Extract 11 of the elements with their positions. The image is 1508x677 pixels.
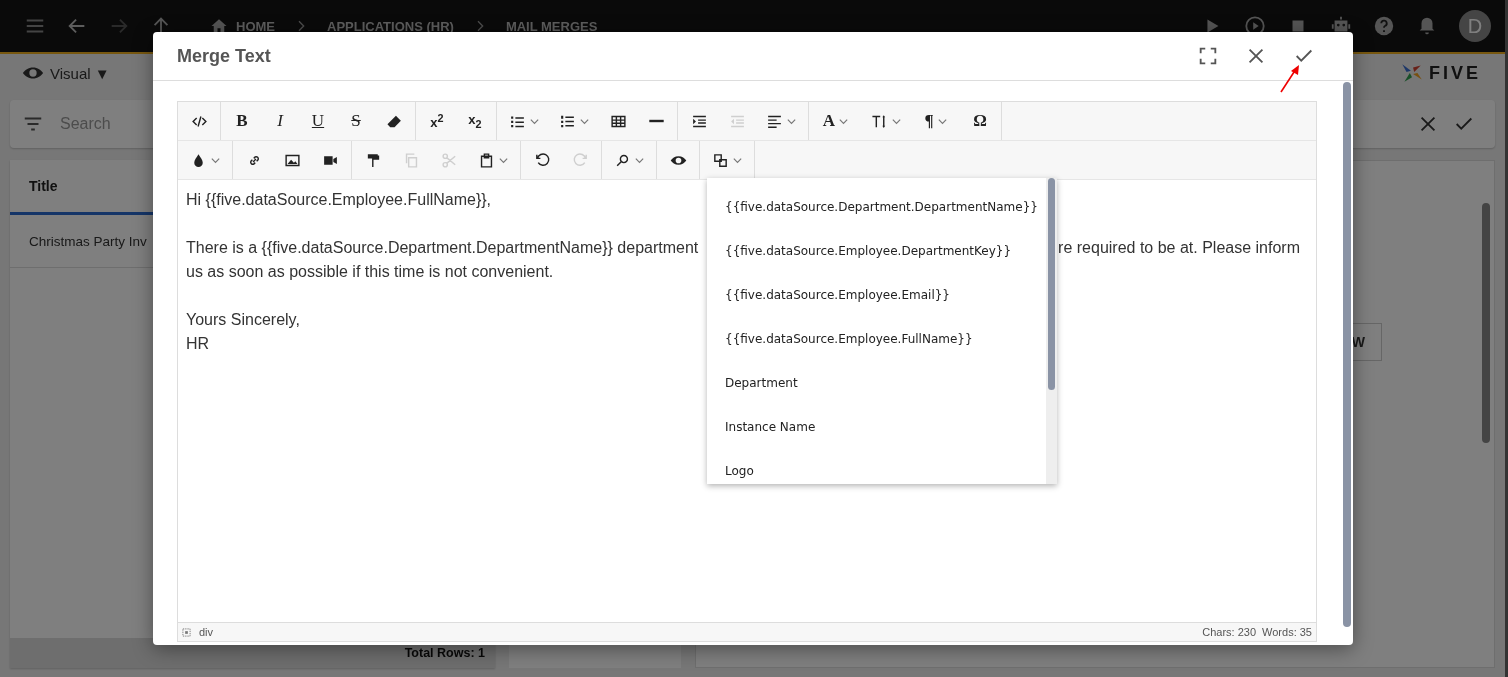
text-line: There is a {{five.dataSource.Department.DepartmentName}} department [186,238,699,258]
text-line: re required to be at. Please inform [1058,238,1300,258]
text-line: us as soon as possible if this time is not convenient. [186,262,554,282]
text-line: HR [186,334,210,354]
text-line: Yours Sincerely, [186,310,300,330]
word-count: Words: 35 [1262,626,1312,638]
dialog-title: Merge Text [177,45,271,67]
text-line: Hi {{five.dataSource.Employee.FullName}}, [186,190,492,210]
logo-text: FIVE [1429,62,1481,84]
total-rows-text: Total Rows: 1 [404,646,485,660]
char-count: Chars: 230 [1202,626,1257,638]
